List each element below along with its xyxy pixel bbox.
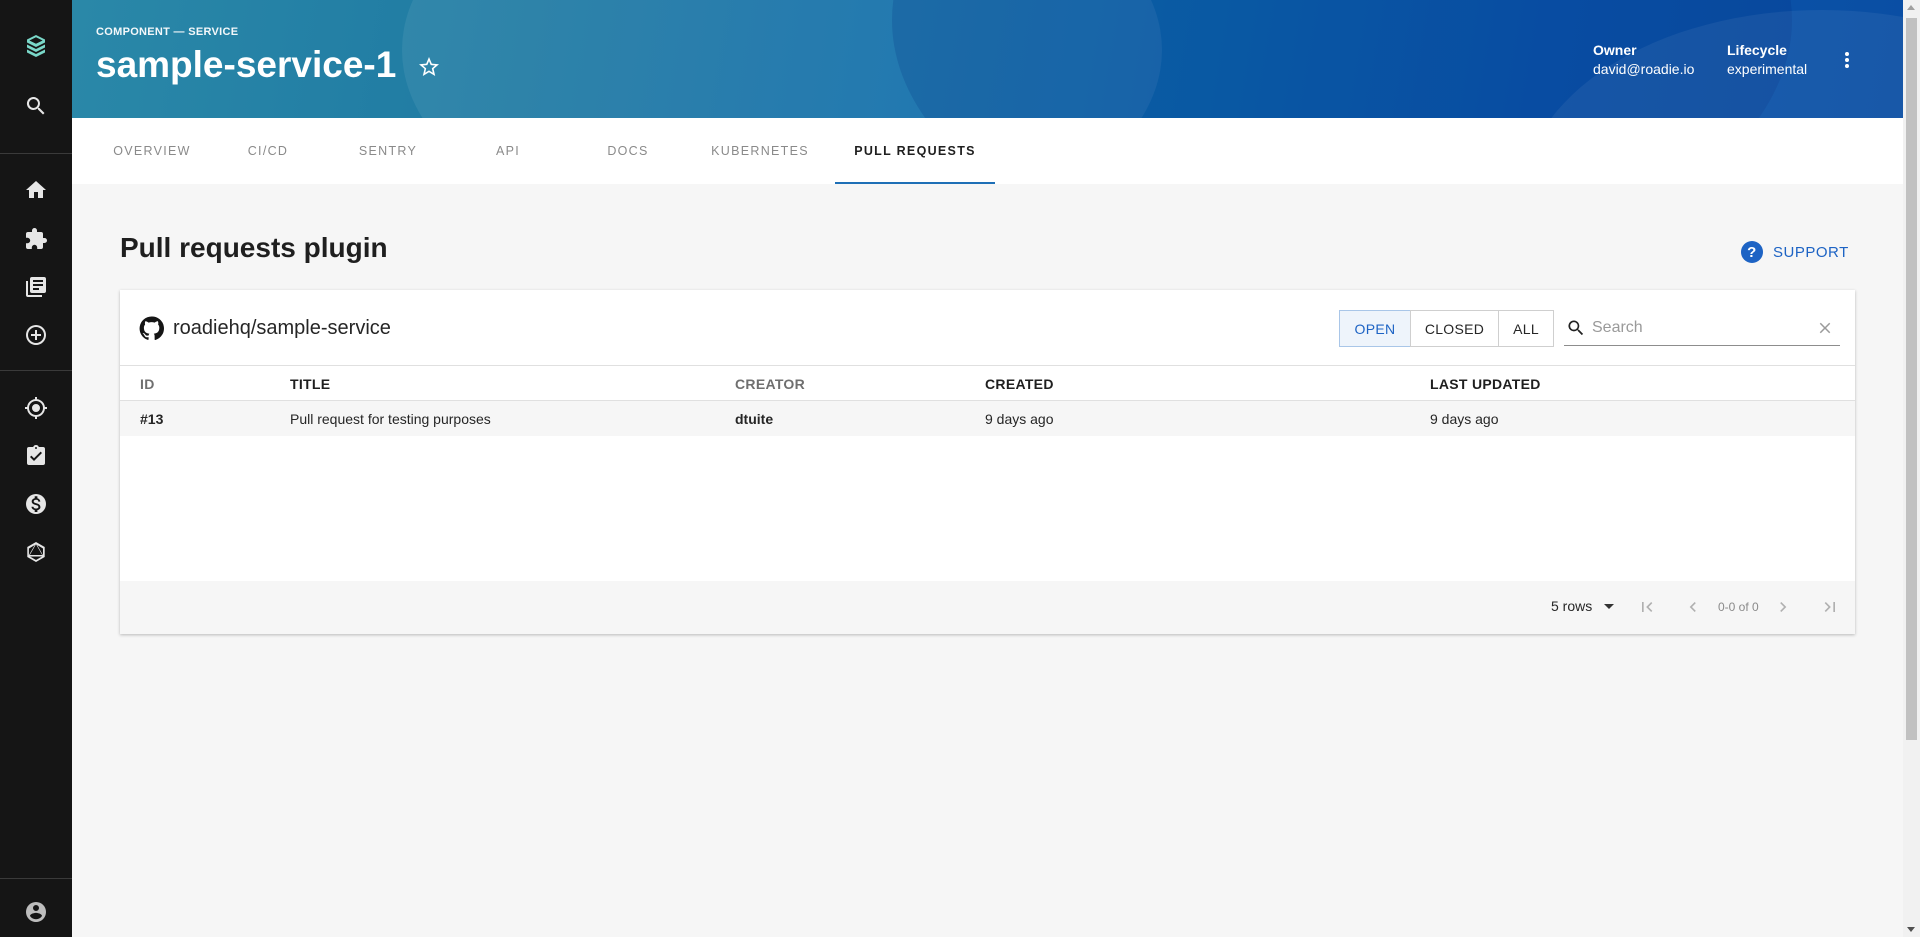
rows-per-page-value: 5 rows — [1551, 598, 1593, 614]
table-header: ID TITLE CREATOR CREATED LAST UPDATED — [120, 365, 1855, 401]
breadcrumb: COMPONENT — SERVICE — [96, 26, 239, 38]
previous-page-icon[interactable] — [1683, 597, 1703, 617]
pr-title[interactable]: Pull request for testing purposes — [290, 411, 491, 427]
help-icon: ? — [1741, 241, 1763, 263]
pr-id: #13 — [140, 411, 164, 427]
last-page-icon[interactable] — [1820, 597, 1840, 617]
tab-ci-cd[interactable]: CI/CD — [208, 118, 328, 184]
table-row[interactable]: #13 Pull request for testing purposes dt… — [120, 401, 1855, 436]
pagination-range: 0-0 of 0 — [1718, 600, 1759, 614]
scrollbar-thumb[interactable] — [1906, 18, 1917, 740]
pr-last-updated: 9 days ago — [1430, 411, 1499, 427]
sidebar-divider — [0, 878, 72, 879]
tab-docs[interactable]: DOCS — [568, 118, 688, 184]
owner-label: Owner — [1593, 42, 1637, 58]
column-header-title[interactable]: TITLE — [290, 376, 330, 392]
pr-created: 9 days ago — [985, 411, 1054, 427]
sidebar-divider — [0, 153, 72, 154]
first-page-icon[interactable] — [1637, 597, 1657, 617]
repo-title: roadiehq/sample-service — [139, 316, 391, 341]
add-circle-icon[interactable] — [22, 321, 50, 349]
owner-info: Owner david@roadie.io — [1593, 42, 1694, 77]
sidebar-divider — [0, 370, 72, 371]
page-scrollbar[interactable] — [1903, 0, 1920, 937]
filter-closed-button[interactable]: CLOSED — [1410, 310, 1499, 347]
next-page-icon[interactable] — [1773, 597, 1793, 617]
rows-per-page-select[interactable]: 5 rows — [1551, 598, 1615, 614]
cost-icon[interactable] — [22, 490, 50, 518]
tab-sentry[interactable]: SENTRY — [328, 118, 448, 184]
search-icon[interactable] — [22, 92, 50, 120]
tab-kubernetes[interactable]: KUBERNETES — [688, 118, 832, 184]
table-pagination: 5 rows 0-0 of 0 — [120, 581, 1855, 634]
search-input[interactable] — [1592, 316, 1802, 340]
sidebar — [0, 0, 72, 937]
dropdown-arrow-icon — [1604, 603, 1615, 609]
entity-header: COMPONENT — SERVICE sample-service-1 Own… — [72, 0, 1903, 118]
column-header-creator[interactable]: CREATOR — [735, 376, 805, 392]
library-icon[interactable] — [22, 273, 50, 301]
star-icon[interactable] — [417, 55, 441, 79]
tab-bar: OVERVIEW CI/CD SENTRY API DOCS KUBERNETE… — [72, 118, 1903, 184]
lifecycle-label: Lifecycle — [1727, 42, 1787, 58]
pull-requests-card: roadiehq/sample-service OPEN CLOSED ALL … — [120, 290, 1855, 634]
tab-overview[interactable]: OVERVIEW — [96, 118, 208, 184]
search-field — [1564, 310, 1840, 346]
column-header-created[interactable]: CREATED — [985, 376, 1054, 392]
column-header-last-updated[interactable]: LAST UPDATED — [1430, 376, 1541, 392]
repo-name[interactable]: roadiehq/sample-service — [173, 317, 391, 340]
account-icon[interactable] — [22, 898, 50, 926]
graphql-icon[interactable] — [22, 538, 50, 566]
home-icon[interactable] — [22, 176, 50, 204]
pr-creator: dtuite — [735, 411, 774, 427]
scroll-down-icon[interactable] — [1907, 927, 1915, 932]
checklist-icon[interactable] — [22, 442, 50, 470]
lifecycle-info: Lifecycle experimental — [1727, 42, 1807, 77]
filter-all-button[interactable]: ALL — [1498, 310, 1554, 347]
github-icon — [139, 316, 164, 340]
logo-icon[interactable] — [22, 32, 50, 60]
support-button[interactable]: ? SUPPORT — [1741, 241, 1849, 263]
clear-search-icon[interactable] — [1816, 319, 1834, 337]
radar-icon[interactable] — [22, 394, 50, 422]
search-icon — [1566, 318, 1586, 338]
tab-pull-requests[interactable]: PULL REQUESTS — [835, 118, 995, 184]
column-header-id[interactable]: ID — [140, 376, 155, 392]
lifecycle-value: experimental — [1727, 61, 1808, 77]
owner-value[interactable]: david@roadie.io — [1593, 61, 1694, 77]
puzzle-icon[interactable] — [22, 225, 50, 253]
scroll-up-icon[interactable] — [1907, 5, 1915, 10]
plugin-heading: Pull requests plugin — [120, 232, 388, 263]
page-title: sample-service-1 — [96, 44, 397, 85]
more-options-icon[interactable] — [1835, 48, 1859, 72]
tab-api[interactable]: API — [448, 118, 568, 184]
filter-open-button[interactable]: OPEN — [1339, 310, 1411, 347]
support-label: SUPPORT — [1773, 243, 1849, 261]
